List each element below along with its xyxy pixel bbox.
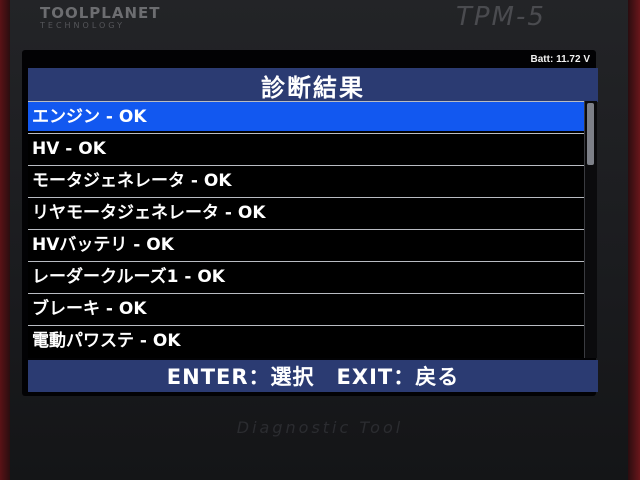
- scan-tool-device: TOOLPLANET TECHNOLOGY TPM-5 Diagnostic T…: [0, 0, 640, 480]
- list-item-rear-motor-generator[interactable]: リヤモータジェネレータ - OK: [28, 197, 584, 227]
- footer-bar: ENTER：選択 EXIT：戻る: [28, 360, 598, 392]
- battery-voltage: Batt: 11.72 V: [530, 54, 590, 65]
- list-item-motor-generator[interactable]: モータジェネレータ - OK: [28, 165, 584, 195]
- scrollbar-thumb[interactable]: [587, 103, 594, 165]
- device-edge-left: [0, 0, 10, 480]
- model-name: TPM-5: [456, 2, 546, 32]
- brand-logo: TOOLPLANET: [40, 4, 161, 22]
- result-list: エンジン - OK HV - OK モータジェネレータ - OK リヤモータジェ…: [28, 101, 584, 358]
- list-item-hv[interactable]: HV - OK: [28, 133, 584, 163]
- device-bottom-label: Diagnostic Tool: [236, 418, 404, 437]
- page-title: 診断結果: [261, 73, 365, 102]
- key-hints: ENTER：選択 EXIT：戻る: [166, 365, 460, 389]
- scrollbar[interactable]: [584, 101, 597, 358]
- list-item-hv-battery[interactable]: HVバッテリ - OK: [28, 229, 584, 259]
- list-item-radar-cruise[interactable]: レーダークルーズ1 - OK: [28, 261, 584, 291]
- list-item-engine[interactable]: エンジン - OK: [28, 101, 584, 131]
- title-bar: 診断結果: [28, 68, 598, 102]
- list-item-brake[interactable]: ブレーキ - OK: [28, 293, 584, 323]
- list-item-power-steering[interactable]: 電動パワステ - OK: [28, 325, 584, 355]
- device-edge-right: [628, 0, 640, 480]
- brand-subtitle: TECHNOLOGY: [40, 21, 125, 30]
